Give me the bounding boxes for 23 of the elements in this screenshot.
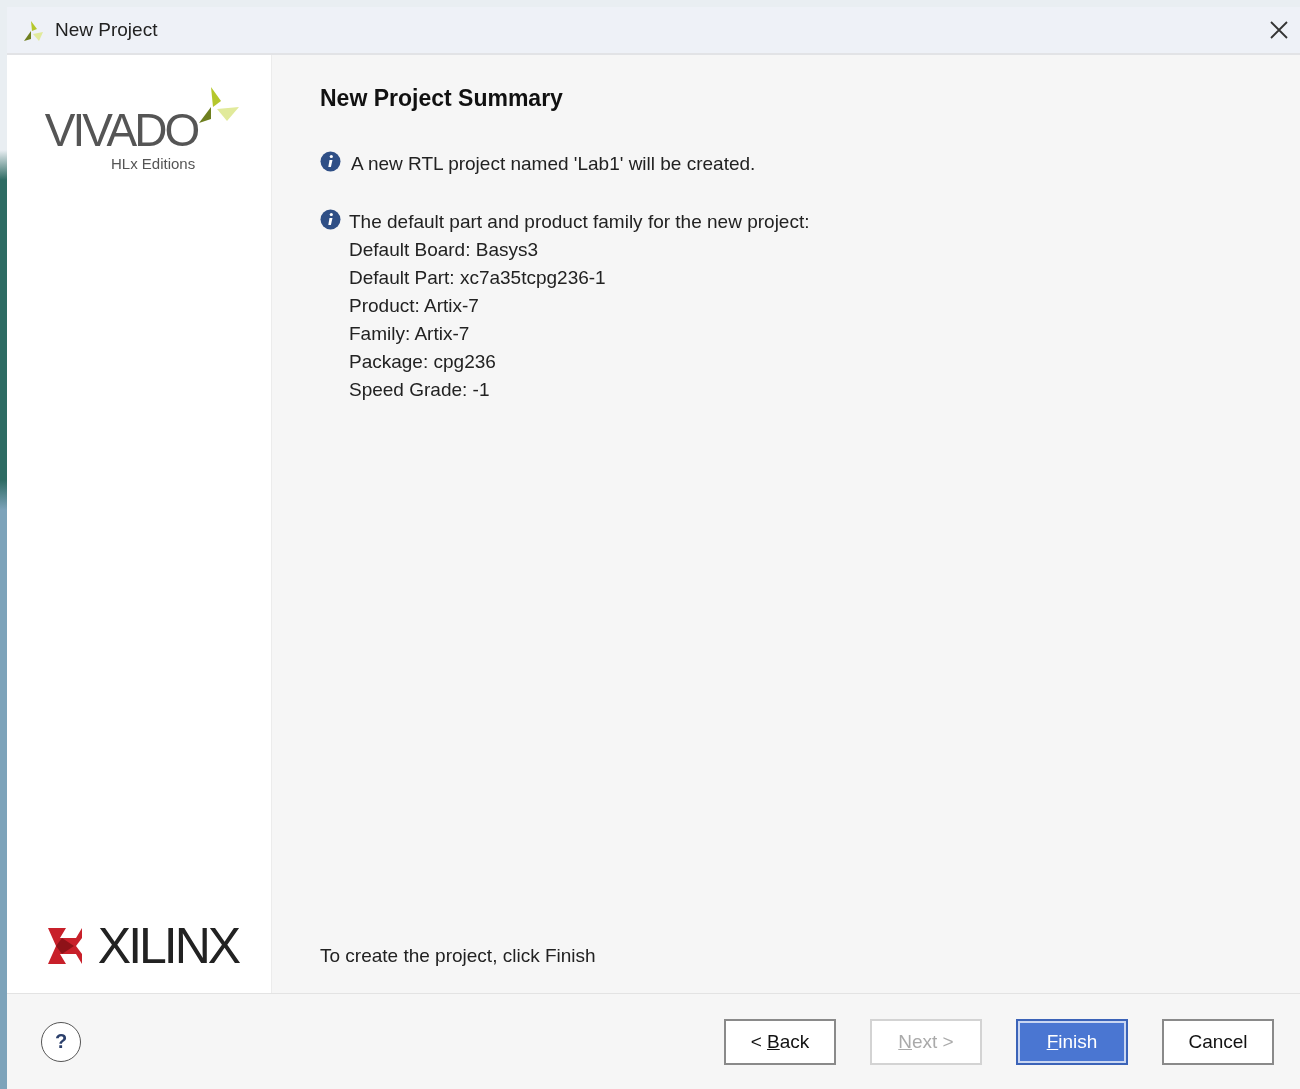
close-icon[interactable]	[1268, 19, 1290, 41]
product-logo-text: VIVADO	[44, 107, 198, 153]
finish-button[interactable]: Finish	[1016, 1018, 1128, 1065]
detail-text: Speed Grade: -1	[349, 378, 491, 402]
message-text: The default part and product family for the new project:	[349, 210, 810, 234]
detail-text: Family: Artix-7	[349, 322, 471, 346]
help-button[interactable]: ?	[41, 1021, 81, 1062]
window-title: New Project	[55, 19, 159, 41]
dialog-button[interactable]: < Back	[724, 1018, 836, 1065]
detail-text: Package: cpg236	[349, 350, 497, 374]
vendor-logo-text: XILINX	[97, 921, 239, 971]
info-icon	[320, 209, 341, 230]
page-heading: New Project Summary	[320, 85, 564, 112]
leaf-logo-icon	[197, 85, 242, 125]
detail-text: Default Part: xc7a35tcpg236-1	[349, 266, 607, 290]
detail-text: Default Board: Basys3	[349, 238, 540, 262]
instruction-text: To create the project, click Finish	[320, 945, 597, 967]
dialog-button[interactable]: Cancel	[1162, 1018, 1274, 1065]
xilinx-logo-icon	[45, 926, 84, 966]
detail-text: Product: Artix-7	[349, 294, 480, 318]
message-text: A new RTL project named 'Lab1' will be created.	[351, 152, 756, 176]
info-icon	[320, 151, 341, 172]
product-edition-text: HLx Editions	[111, 155, 196, 172]
